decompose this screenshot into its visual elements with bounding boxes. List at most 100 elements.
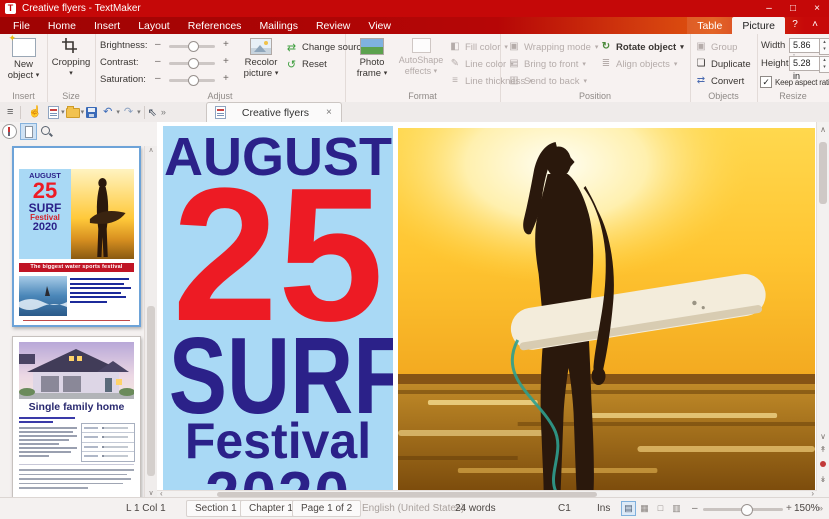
surfer-photo[interactable] xyxy=(398,128,815,491)
language-indicator[interactable]: English (United States) xyxy=(362,498,464,519)
scroll-down-icon[interactable]: ∨ xyxy=(145,489,157,497)
document-tab[interactable]: Creative flyers × xyxy=(205,102,342,122)
vertical-scrollbar[interactable]: ∧ ∨ ↟ ↡ xyxy=(816,122,829,498)
sidebar-scrollbar[interactable]: ∧ ∨ xyxy=(144,146,157,498)
tab-table[interactable]: Table xyxy=(687,17,733,34)
tab-view[interactable]: View xyxy=(359,17,400,34)
duplicate-button[interactable]: ❏ Duplicate xyxy=(695,58,751,70)
undo-icon[interactable]: ↶ xyxy=(99,103,116,122)
open-document-icon[interactable] xyxy=(65,106,80,118)
cropping-button[interactable]: Cropping ▾ xyxy=(47,38,95,79)
checkbox-checked-icon[interactable]: ✓ xyxy=(760,76,772,88)
brightness-plus-button[interactable]: + xyxy=(223,39,229,50)
statusbar-overflow-icon[interactable]: » xyxy=(818,498,823,519)
rotate-object-button[interactable]: ↻ Rotate object ▾ xyxy=(600,41,684,53)
group-button[interactable]: ▣ Group xyxy=(695,41,737,53)
browse-object-icon[interactable] xyxy=(820,461,826,467)
brightness-minus-button[interactable]: – xyxy=(155,39,161,50)
saturation-plus-button[interactable]: + xyxy=(223,73,229,84)
close-button[interactable]: × xyxy=(805,0,829,17)
saturation-slider[interactable] xyxy=(169,75,215,86)
send-to-back-button[interactable]: ▥ Send to back ▾ xyxy=(508,75,587,87)
toolbar-overflow-icon[interactable]: » xyxy=(157,103,170,122)
autoshape-effects-icon xyxy=(411,38,431,53)
search-icon[interactable] xyxy=(40,125,53,138)
document-close-icon[interactable]: × xyxy=(323,107,335,118)
scroll-up-icon[interactable]: ∧ xyxy=(817,124,829,136)
flyer-festival: Festival xyxy=(184,413,372,469)
keep-aspect-ratio-checkbox[interactable]: ✓ Keep aspect ratio xyxy=(760,76,829,88)
menu-icon[interactable]: ≡ xyxy=(3,103,17,122)
thumb2-footer-lines xyxy=(19,469,134,492)
width-field[interactable]: 5.86 in xyxy=(789,38,821,63)
flyer-text-panel[interactable]: AUGUST 25 SURF Festival 2020 xyxy=(163,126,393,491)
new-document-icon[interactable] xyxy=(48,105,60,119)
navigation-icon[interactable] xyxy=(2,124,17,139)
width-stepper[interactable]: ▴ ▾ xyxy=(819,38,829,55)
section-indicator[interactable]: Section 1 xyxy=(186,500,246,517)
saturation-slider-thumb[interactable] xyxy=(188,75,199,86)
saturation-minus-button[interactable]: – xyxy=(155,73,161,84)
photo-frame-icon xyxy=(360,38,384,55)
sidebar-scrollbar-thumb[interactable] xyxy=(147,306,155,476)
brightness-slider[interactable] xyxy=(169,41,215,52)
select-cursor-icon[interactable]: ⇖ xyxy=(148,106,157,119)
autoshape-effects-button[interactable]: AutoShape effects ▾ xyxy=(397,38,445,77)
zoom-in-button[interactable]: + xyxy=(786,498,792,519)
redo-icon[interactable]: ↷ xyxy=(120,103,137,122)
recolor-picture-button[interactable]: Recolor picture ▾ xyxy=(239,38,283,79)
tab-layout[interactable]: Layout xyxy=(129,17,179,34)
document-page[interactable]: AUGUST 25 SURF Festival 2020 xyxy=(157,122,817,491)
vertical-scrollbar-thumb[interactable] xyxy=(819,142,827,204)
previous-page-icon[interactable]: ↟ xyxy=(817,444,829,456)
collapse-ribbon-icon[interactable]: ˄ xyxy=(805,17,825,34)
wrapping-mode-icon: ▣ xyxy=(509,41,519,52)
height-field[interactable]: 5.28 in xyxy=(789,56,821,81)
wrapping-mode-button[interactable]: ▣ Wrapping mode ▾ xyxy=(508,41,598,53)
tab-file[interactable]: File xyxy=(4,17,39,34)
tab-insert[interactable]: Insert xyxy=(85,17,129,34)
save-icon[interactable] xyxy=(86,106,98,118)
tab-review[interactable]: Review xyxy=(307,17,359,34)
bring-to-front-button[interactable]: ▤ Bring to front ▾ xyxy=(508,58,586,70)
next-page-icon[interactable]: ↡ xyxy=(817,474,829,486)
insert-mode-toggle[interactable]: Ins xyxy=(597,498,610,519)
tab-references[interactable]: References xyxy=(179,17,251,34)
touch-mode-icon[interactable]: ☝ xyxy=(24,103,46,122)
zoom-slider[interactable] xyxy=(703,504,783,516)
zoom-out-button[interactable]: – xyxy=(692,498,698,519)
brightness-slider-thumb[interactable] xyxy=(188,41,199,52)
align-objects-button[interactable]: ≣ Align objects ▾ xyxy=(600,58,678,70)
chevron-down-icon: ▾ xyxy=(35,72,40,79)
contrast-minus-button[interactable]: – xyxy=(155,56,161,67)
tab-picture[interactable]: Picture xyxy=(732,17,785,34)
maximize-button[interactable]: □ xyxy=(781,0,805,17)
new-object-button[interactable]: New object ▾ xyxy=(0,33,47,81)
scroll-down-icon[interactable]: ∨ xyxy=(817,431,829,443)
zoom-slider-thumb[interactable] xyxy=(741,504,753,516)
page-indicator[interactable]: Page 1 of 2 xyxy=(292,500,362,517)
convert-button[interactable]: ⇄ Convert xyxy=(695,75,744,87)
word-count[interactable]: 24 words xyxy=(455,498,496,519)
contrast-slider-thumb[interactable] xyxy=(188,58,199,69)
reset-button[interactable]: ↺ Reset xyxy=(285,58,327,71)
height-stepper[interactable]: ▴ ▾ xyxy=(819,56,829,73)
thumbnails-toggle-icon[interactable] xyxy=(20,123,37,140)
tab-mailings[interactable]: Mailings xyxy=(250,17,307,34)
title-bar: T Creative flyers - TextMaker – □ × xyxy=(0,0,829,17)
view-pages-icon[interactable]: □ xyxy=(654,502,667,515)
minimize-button[interactable]: – xyxy=(757,0,781,17)
scroll-up-icon[interactable]: ∧ xyxy=(145,146,157,154)
group-label-adjust: Adjust xyxy=(207,91,233,101)
zoom-level[interactable]: 150% xyxy=(794,498,820,519)
view-continuous-icon[interactable]: ▦ xyxy=(638,502,651,515)
page-thumbnail-2[interactable]: Single family home xyxy=(12,336,141,498)
contrast-plus-button[interactable]: + xyxy=(223,56,229,67)
help-icon[interactable]: ? xyxy=(785,17,805,34)
view-normal-icon[interactable]: ▤ xyxy=(621,501,636,516)
contrast-slider[interactable] xyxy=(169,58,215,69)
tab-home[interactable]: Home xyxy=(39,17,85,34)
view-fullscreen-icon[interactable]: ▥ xyxy=(670,502,683,515)
photo-frame-button[interactable]: Photo frame ▾ xyxy=(349,38,395,79)
page-thumbnail-1[interactable]: AUGUST 25 SURF Festival 2020 The biggest… xyxy=(12,146,141,327)
